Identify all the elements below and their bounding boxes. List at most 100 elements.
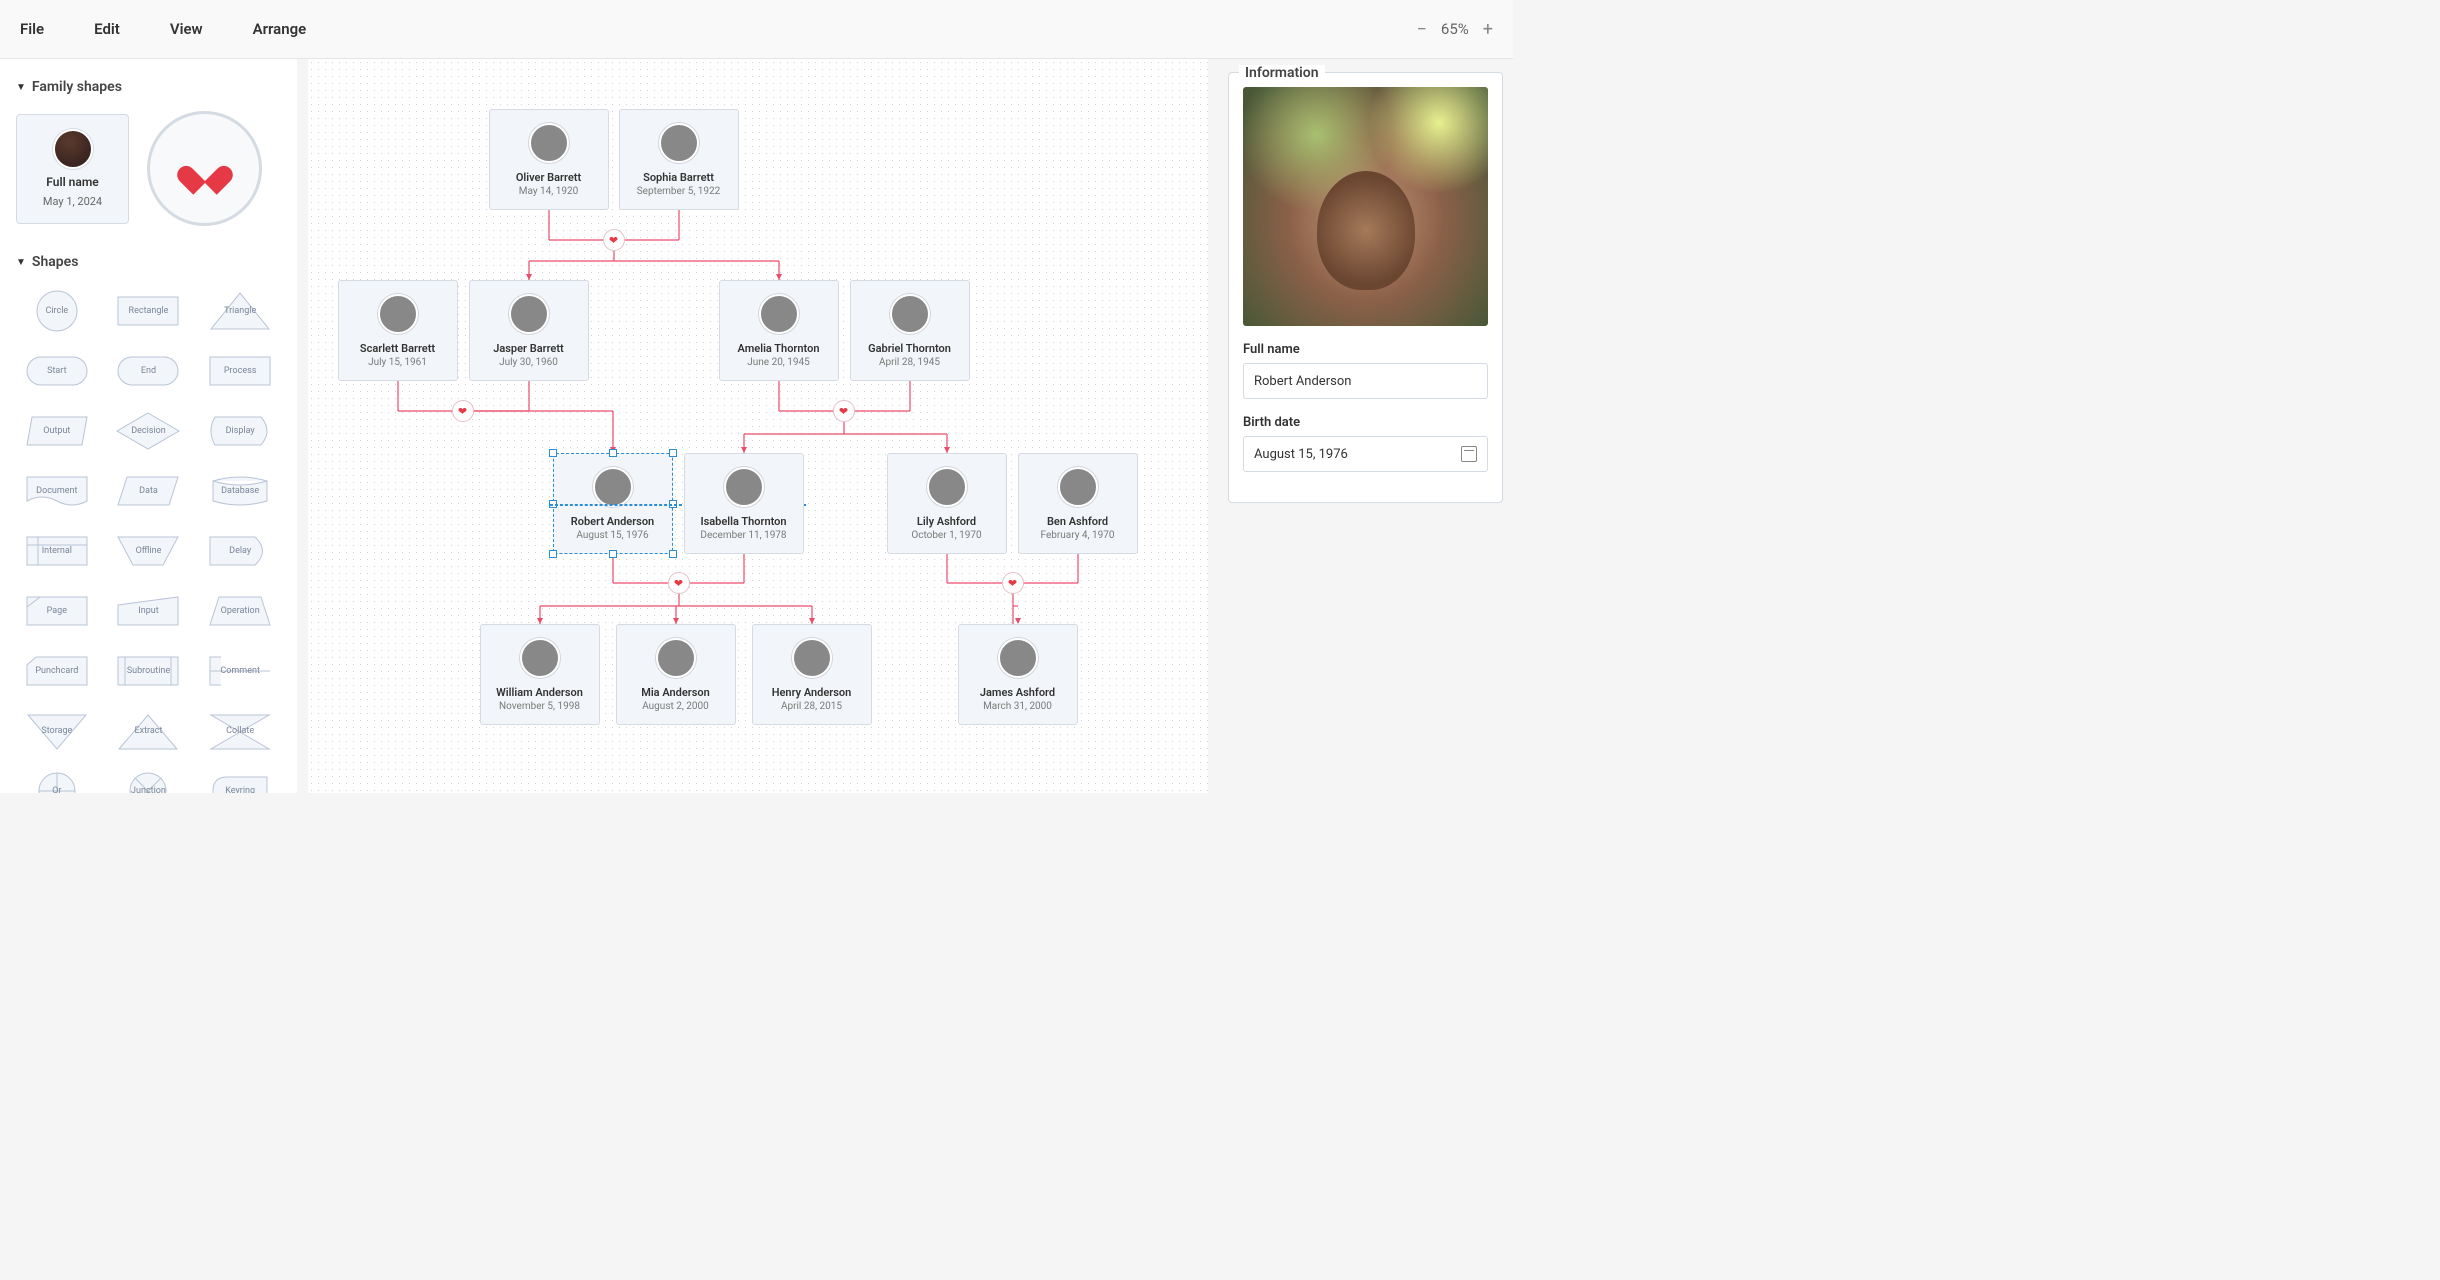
shape-comment[interactable]: Comment: [199, 646, 281, 696]
menu-arrange[interactable]: Arrange: [253, 20, 307, 38]
person-name: William Anderson: [496, 686, 583, 699]
left-shapes-panel: Family shapes Full name May 1, 2024 Shap…: [0, 59, 297, 793]
person-name: Mia Anderson: [641, 686, 710, 699]
shape-page[interactable]: Page: [16, 586, 98, 636]
zoom-in-button[interactable]: +: [1483, 19, 1493, 40]
birthdate-label: Birth date: [1243, 415, 1488, 430]
fullname-label: Full name: [1243, 342, 1488, 357]
couple-heart-node[interactable]: [833, 400, 855, 422]
birthdate-input[interactable]: August 15, 1976: [1243, 436, 1488, 472]
shape-input[interactable]: Input: [108, 586, 190, 636]
shape-operation[interactable]: Operation: [199, 586, 281, 636]
shape-junction[interactable]: Junction: [108, 766, 190, 793]
person-card-ben[interactable]: Ben AshfordFebruary 4, 1970: [1018, 453, 1138, 554]
calendar-icon[interactable]: [1461, 446, 1477, 462]
shape-storage[interactable]: Storage: [16, 706, 98, 756]
couple-heart-node[interactable]: [668, 572, 690, 594]
shape-subroutine[interactable]: Subroutine: [108, 646, 190, 696]
shape-document[interactable]: Document: [16, 466, 98, 516]
person-date: December 11, 1978: [700, 530, 786, 541]
avatar-icon: [927, 467, 967, 507]
person-card-jasper[interactable]: Jasper Barrett July 30, 1960: [469, 280, 589, 381]
zoom-out-button[interactable]: −: [1417, 19, 1427, 40]
person-card-shape[interactable]: Full name May 1, 2024: [16, 114, 129, 224]
shape-end[interactable]: End: [108, 346, 190, 396]
zoom-controls: − 65% +: [1417, 19, 1493, 40]
avatar-icon: [792, 638, 832, 678]
person-card-sophia[interactable]: Sophia BarrettSeptember 5, 1922: [619, 109, 739, 210]
menu-edit[interactable]: Edit: [94, 20, 120, 38]
person-name: Ben Ashford: [1047, 515, 1108, 528]
menu-view[interactable]: View: [170, 20, 203, 38]
shape-punchcard[interactable]: Punchcard: [16, 646, 98, 696]
birthdate-value: August 15, 1976: [1254, 447, 1348, 462]
template-date: May 1, 2024: [43, 195, 102, 208]
shape-offline[interactable]: Offline: [108, 526, 190, 576]
shape-triangle[interactable]: Triangle: [199, 286, 281, 336]
fullname-input[interactable]: Robert Anderson: [1243, 363, 1488, 399]
person-name: Amelia Thornton: [738, 342, 820, 355]
person-date: April 28, 1945: [879, 357, 940, 368]
shapes-header[interactable]: Shapes: [16, 254, 285, 270]
shape-rectangle[interactable]: Rectangle: [108, 286, 190, 336]
fullname-value: Robert Anderson: [1254, 374, 1351, 389]
shape-circle[interactable]: Circle: [16, 286, 98, 336]
info-panel-title: Information: [1239, 65, 1325, 81]
couple-heart-node[interactable]: [603, 229, 625, 251]
person-name: Lily Ashford: [917, 515, 976, 528]
shape-output[interactable]: Output: [16, 406, 98, 456]
person-date: July 30, 1960: [499, 357, 558, 368]
diagram-canvas[interactable]: Oliver Barrett May 14, 1920 Sophia Barrett…: [297, 59, 1218, 793]
shape-keyring[interactable]: Keyring: [199, 766, 281, 793]
person-card-isabella[interactable]: Isabella ThorntonDecember 11, 1978: [684, 453, 804, 554]
couple-heart-node[interactable]: [452, 400, 474, 422]
information-panel: Information Full name Robert Anderson Bi…: [1228, 72, 1503, 503]
avatar-icon: [593, 467, 633, 507]
person-date: October 1, 1970: [911, 530, 981, 541]
person-card-william[interactable]: William Anderson November 5, 1998: [480, 624, 600, 725]
shape-database[interactable]: Database: [199, 466, 281, 516]
avatar-icon: [890, 294, 930, 334]
shape-extract[interactable]: Extract: [108, 706, 190, 756]
person-date: May 14, 1920: [519, 186, 578, 197]
person-name: Robert Anderson: [571, 515, 654, 528]
person-card-oliver[interactable]: Oliver Barrett May 14, 1920: [489, 109, 609, 210]
person-card-mia[interactable]: Mia Anderson August 2, 2000: [616, 624, 736, 725]
shape-display[interactable]: Display: [199, 406, 281, 456]
person-card-gabriel[interactable]: Gabriel Thornton April 28, 1945: [850, 280, 970, 381]
shape-internal[interactable]: Internal: [16, 526, 98, 576]
shape-or[interactable]: Or: [16, 766, 98, 793]
couple-heart-node[interactable]: [1002, 572, 1024, 594]
person-card-james[interactable]: James AshfordMarch 31, 2000: [958, 624, 1078, 725]
person-date: September 5, 1922: [637, 186, 721, 197]
avatar-icon: [509, 294, 549, 334]
person-name: Jasper Barrett: [493, 342, 564, 355]
person-date: June 20, 1945: [747, 357, 810, 368]
shape-decision[interactable]: Decision: [108, 406, 190, 456]
avatar-icon: [659, 123, 699, 163]
zoom-level: 65%: [1441, 20, 1469, 38]
template-name: Full name: [46, 175, 98, 189]
shape-start[interactable]: Start: [16, 346, 98, 396]
shape-delay[interactable]: Delay: [199, 526, 281, 576]
person-name: Oliver Barrett: [516, 171, 581, 184]
person-card-scarlett[interactable]: Scarlett BarrettJuly 15, 1961: [338, 280, 458, 381]
avatar-icon: [529, 123, 569, 163]
avatar-icon: [378, 294, 418, 334]
avatar-icon: [998, 638, 1038, 678]
shape-collate[interactable]: Collate: [199, 706, 281, 756]
menu-file[interactable]: File: [20, 20, 44, 38]
person-card-henry[interactable]: Henry AndersonApril 28, 2015: [752, 624, 872, 725]
person-date: August 2, 2000: [642, 701, 709, 712]
shape-process[interactable]: Process: [199, 346, 281, 396]
person-card-lily[interactable]: Lily Ashford October 1, 1970: [887, 453, 1007, 554]
person-name: Henry Anderson: [772, 686, 852, 699]
couple-heart-shape[interactable]: [147, 111, 262, 226]
avatar-icon: [520, 638, 560, 678]
shape-data[interactable]: Data: [108, 466, 190, 516]
person-date: November 5, 1998: [499, 701, 580, 712]
person-name: Gabriel Thornton: [868, 342, 951, 355]
avatar-icon: [724, 467, 764, 507]
family-shapes-header[interactable]: Family shapes: [16, 79, 285, 95]
person-card-amelia[interactable]: Amelia Thornton June 20, 1945: [719, 280, 839, 381]
